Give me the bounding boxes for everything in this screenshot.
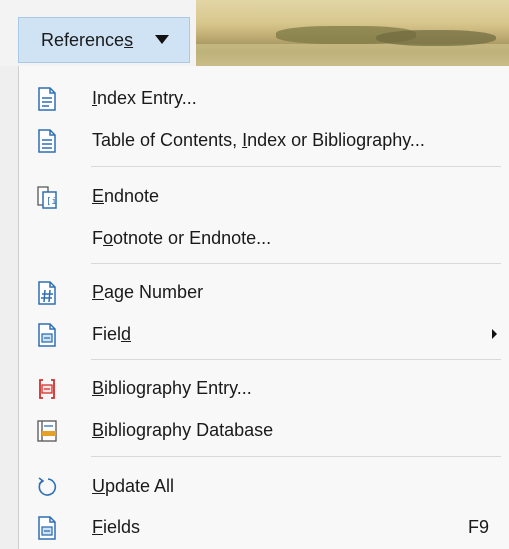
menu-item-index-entry[interactable]: Index Entry... xyxy=(19,78,509,120)
menu-item-label: Fields xyxy=(92,517,141,537)
menu-item-label: Table of Contents, Index or Bibliography… xyxy=(92,130,425,150)
references-dropdown-menu: Index Entry... Table of Contents, Index … xyxy=(18,66,509,549)
menu-item-label: Bibliography Entry... xyxy=(92,378,252,398)
menu-item-endnote[interactable]: [i] Endnote xyxy=(19,176,509,218)
field-icon xyxy=(36,323,58,347)
endnote-icon: [i] xyxy=(36,185,62,209)
background-photo xyxy=(196,0,509,66)
menu-item-page-number[interactable]: Page Number xyxy=(19,272,509,314)
fields-icon xyxy=(36,516,58,540)
shortcut-label: F9 xyxy=(467,517,489,537)
app-window: References Index Entry... Table of Conte… xyxy=(0,0,509,549)
menu-item-update-all[interactable]: Update All xyxy=(19,466,509,508)
menu-item-bibliography-database[interactable]: Bibliography Database xyxy=(19,410,509,452)
menu-item-label: Endnote xyxy=(92,186,160,206)
menu-item-label: Index Entry... xyxy=(92,88,197,108)
photo-trees-2 xyxy=(376,30,496,46)
caret-down-icon xyxy=(155,35,169,44)
menu-item-fields[interactable]: Fields F9 xyxy=(19,507,509,549)
submenu-arrow-icon xyxy=(492,329,497,339)
update-icon xyxy=(36,475,58,499)
document-lines-icon xyxy=(36,129,58,153)
menu-item-field[interactable]: Field xyxy=(19,314,509,356)
menu-item-label: Update All xyxy=(92,476,175,496)
photo-field xyxy=(196,44,509,66)
menu-separator xyxy=(91,263,501,264)
bibliography-entry-icon xyxy=(36,377,58,401)
menu-item-footnote-or-endnote[interactable]: Footnote or Endnote... xyxy=(19,218,509,260)
menu-item-toc-index-bibliography[interactable]: Table of Contents, Index or Bibliography… xyxy=(19,120,509,162)
menu-item-label: Bibliography Database xyxy=(92,420,274,440)
references-label: References xyxy=(41,29,134,50)
menu-separator xyxy=(91,359,501,360)
menu-separator xyxy=(91,166,501,167)
left-gutter xyxy=(0,66,18,549)
menu-item-bibliography-entry[interactable]: Bibliography Entry... xyxy=(19,368,509,410)
svg-text:[i]: [i] xyxy=(46,197,58,207)
menu-item-label: Page Number xyxy=(92,282,204,302)
references-menu-button[interactable]: References xyxy=(18,17,190,63)
page-number-icon xyxy=(36,281,58,305)
menu-separator xyxy=(91,456,501,457)
index-entry-icon xyxy=(36,87,58,111)
menu-item-label: Footnote or Endnote... xyxy=(92,228,272,248)
bibliography-database-icon xyxy=(36,419,58,443)
menu-item-label: Field xyxy=(92,324,132,344)
